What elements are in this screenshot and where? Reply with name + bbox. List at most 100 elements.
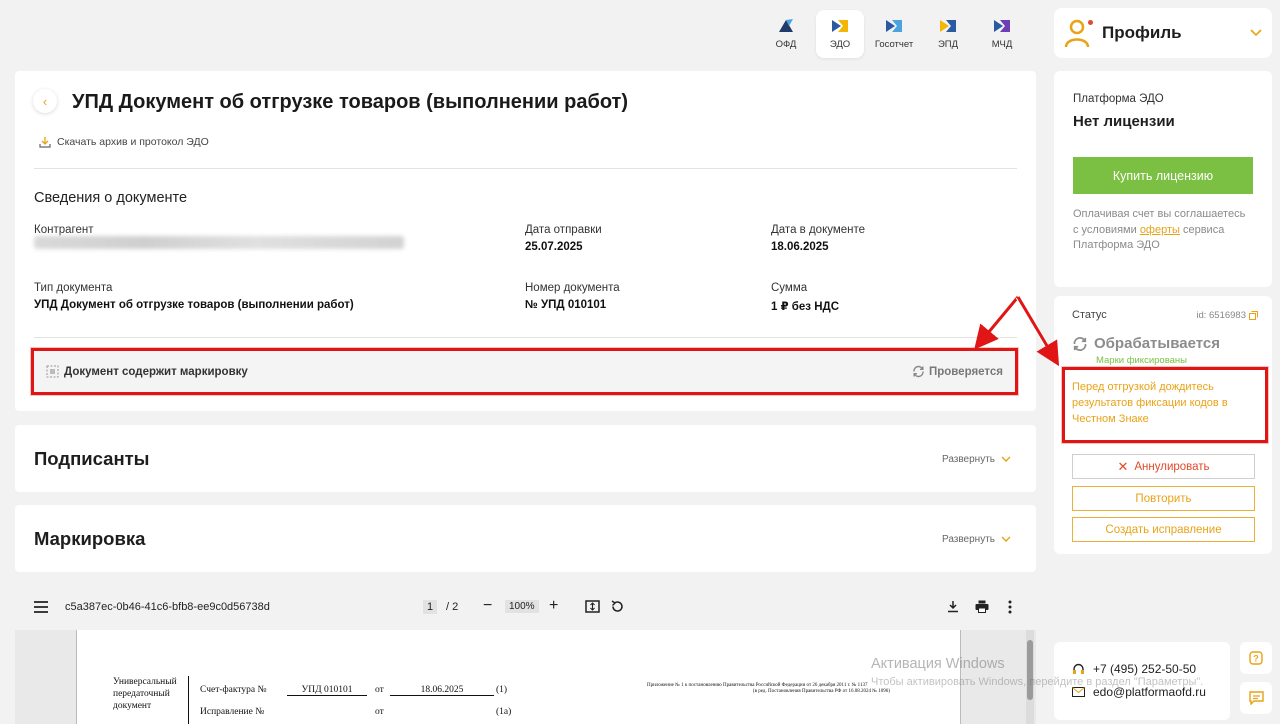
- counterparty-value-redacted: [34, 236, 404, 249]
- pdf-filename: c5a387ec-0b46-41c6-bfb8-ee9c0d56738d: [65, 601, 270, 613]
- section-heading: Маркировка: [34, 528, 146, 549]
- scrollbar-thumb[interactable]: [1027, 640, 1033, 700]
- pdf-page: Универсальный передаточный документ Счет…: [76, 630, 961, 724]
- pdf-vertical-rule: [188, 676, 189, 724]
- windows-activation-watermark: Активация Windows: [871, 656, 1005, 672]
- buy-license-button[interactable]: Купить лицензию: [1073, 157, 1253, 194]
- expand-button[interactable]: Развернуть: [942, 454, 1011, 465]
- service-label: ЭПД: [937, 38, 959, 50]
- service-switcher: ОФД ЭДО Госотчет ЭПД МЧД: [762, 10, 1026, 58]
- download-icon[interactable]: [947, 600, 959, 613]
- row-1: (1): [496, 685, 508, 695]
- signers-section[interactable]: Подписанты Развернуть: [15, 425, 1036, 492]
- platform-label: Платформа ЭДО: [1073, 93, 1164, 105]
- doc-date-label: Дата в документе: [771, 224, 866, 236]
- section-heading: Подписанты: [34, 448, 150, 469]
- appendix-note-2: (в ред. Постановления Правительства РФ о…: [753, 689, 890, 694]
- headset-icon: [1073, 663, 1084, 674]
- appendix-note: Приложение № 1 к постановлению Правитель…: [647, 683, 868, 688]
- refresh-icon: [1073, 336, 1087, 351]
- sent-date-label: Дата отправки: [525, 224, 602, 236]
- annotation-arrows: [974, 295, 1060, 367]
- status-value: Обрабатывается: [1094, 335, 1220, 352]
- chevron-left-icon: ‹: [42, 93, 48, 109]
- user-avatar-icon: [1064, 18, 1093, 48]
- upd-title: Универсальный передаточный документ: [113, 677, 177, 711]
- edo-logo-icon: [832, 19, 848, 32]
- chat-button[interactable]: [1240, 682, 1272, 714]
- section-title: Сведения о документе: [34, 190, 188, 206]
- expand-button[interactable]: Развернуть: [942, 534, 1011, 545]
- marking-section[interactable]: Маркировка Развернуть: [15, 505, 1036, 572]
- phone-link[interactable]: +7 (495) 252-50-50: [1072, 662, 1196, 676]
- service-edo[interactable]: ЭДО: [816, 10, 864, 58]
- zoom-level[interactable]: 100%: [505, 600, 539, 613]
- cancel-document-button[interactable]: ✕ Аннулировать: [1072, 454, 1255, 479]
- print-icon[interactable]: [975, 600, 989, 613]
- download-archive-link[interactable]: Скачать архив и протокол ЭДО: [39, 136, 209, 148]
- chat-icon: [1248, 691, 1264, 705]
- correction-label: Исправление №: [200, 707, 265, 717]
- status-value-row: Обрабатывается: [1072, 335, 1220, 352]
- download-icon: [39, 137, 51, 148]
- service-label: Госотчет: [874, 38, 914, 50]
- from-label-2: от: [375, 707, 384, 717]
- chevron-down-icon: [1001, 456, 1011, 462]
- svg-text:?: ?: [1253, 654, 1259, 664]
- doc-number-value: № УПД 010101: [525, 299, 607, 311]
- service-mchd[interactable]: МЧД: [978, 10, 1026, 58]
- close-icon: ✕: [1117, 458, 1129, 474]
- document-id[interactable]: id: 6516983: [1196, 310, 1258, 321]
- profile-label: Профиль: [1102, 23, 1182, 42]
- pdf-toolbar: c5a387ec-0b46-41c6-bfb8-ee9c0d56738d 1 /…: [15, 584, 1036, 630]
- notification-dot: [1088, 20, 1093, 25]
- invoice-number: УПД 010101: [287, 685, 367, 696]
- copy-icon: [1249, 311, 1258, 320]
- repeat-button[interactable]: Повторить: [1072, 486, 1255, 511]
- row-1a: (1а): [496, 707, 512, 717]
- fit-page-icon[interactable]: [585, 600, 600, 613]
- sent-date-value: 25.07.2025: [525, 241, 583, 253]
- page-total: / 2: [446, 601, 459, 613]
- doc-date-value: 18.06.2025: [771, 241, 829, 253]
- rotate-icon[interactable]: [610, 599, 625, 614]
- mail-icon: [1072, 687, 1085, 697]
- license-status: Нет лицензии: [1073, 113, 1175, 130]
- chevron-down-icon[interactable]: [1250, 29, 1262, 37]
- annotation-highlight-box: [31, 348, 1018, 395]
- help-button[interactable]: ?: [1240, 642, 1272, 674]
- license-note: Оплачивая счет вы соглашаетесь с условия…: [1073, 208, 1246, 251]
- create-correction-button[interactable]: Создать исправление: [1072, 517, 1255, 542]
- service-gosotchet[interactable]: Госотчет: [870, 10, 918, 58]
- sum-value: 1 ₽ без НДС: [771, 301, 840, 313]
- invoice-date: 18.06.2025: [390, 685, 494, 696]
- offer-link[interactable]: оферты: [1140, 224, 1180, 236]
- gosotchet-logo-icon: [886, 19, 902, 32]
- expand-label: Развернуть: [941, 454, 995, 465]
- status-label: Статус: [1072, 309, 1107, 321]
- doc-number-label: Номер документа: [525, 282, 620, 294]
- profile-menu[interactable]: Профиль: [1054, 8, 1272, 58]
- expand-label: Развернуть: [941, 534, 995, 545]
- zoom-in-button[interactable]: +: [549, 597, 558, 615]
- page-number-input[interactable]: 1: [423, 600, 438, 614]
- more-vertical-icon[interactable]: [1008, 600, 1012, 614]
- service-ofd[interactable]: ОФД: [762, 10, 810, 58]
- page-title: УПД Документ об отгрузке товаров (выполн…: [72, 91, 628, 113]
- zoom-out-button[interactable]: −: [483, 597, 492, 615]
- divider: [34, 168, 1017, 169]
- back-button[interactable]: ‹: [33, 89, 57, 113]
- help-icon: ?: [1249, 651, 1263, 665]
- status-sub: Марки фиксированы: [1096, 355, 1187, 366]
- invoice-label: Счет-фактура №: [200, 685, 267, 695]
- doc-type-label: Тип документа: [34, 282, 113, 294]
- counterparty-label: Контрагент: [34, 224, 94, 236]
- doc-type-value: УПД Документ об отгрузке товаров (выполн…: [34, 299, 354, 311]
- service-label: ОФД: [775, 39, 797, 50]
- menu-icon[interactable]: [34, 601, 48, 613]
- chevron-down-icon: [1001, 536, 1011, 542]
- service-epd[interactable]: ЭПД: [924, 10, 972, 58]
- service-label: МЧД: [991, 38, 1013, 50]
- sum-label: Сумма: [771, 282, 808, 294]
- service-label: ЭДО: [829, 38, 851, 50]
